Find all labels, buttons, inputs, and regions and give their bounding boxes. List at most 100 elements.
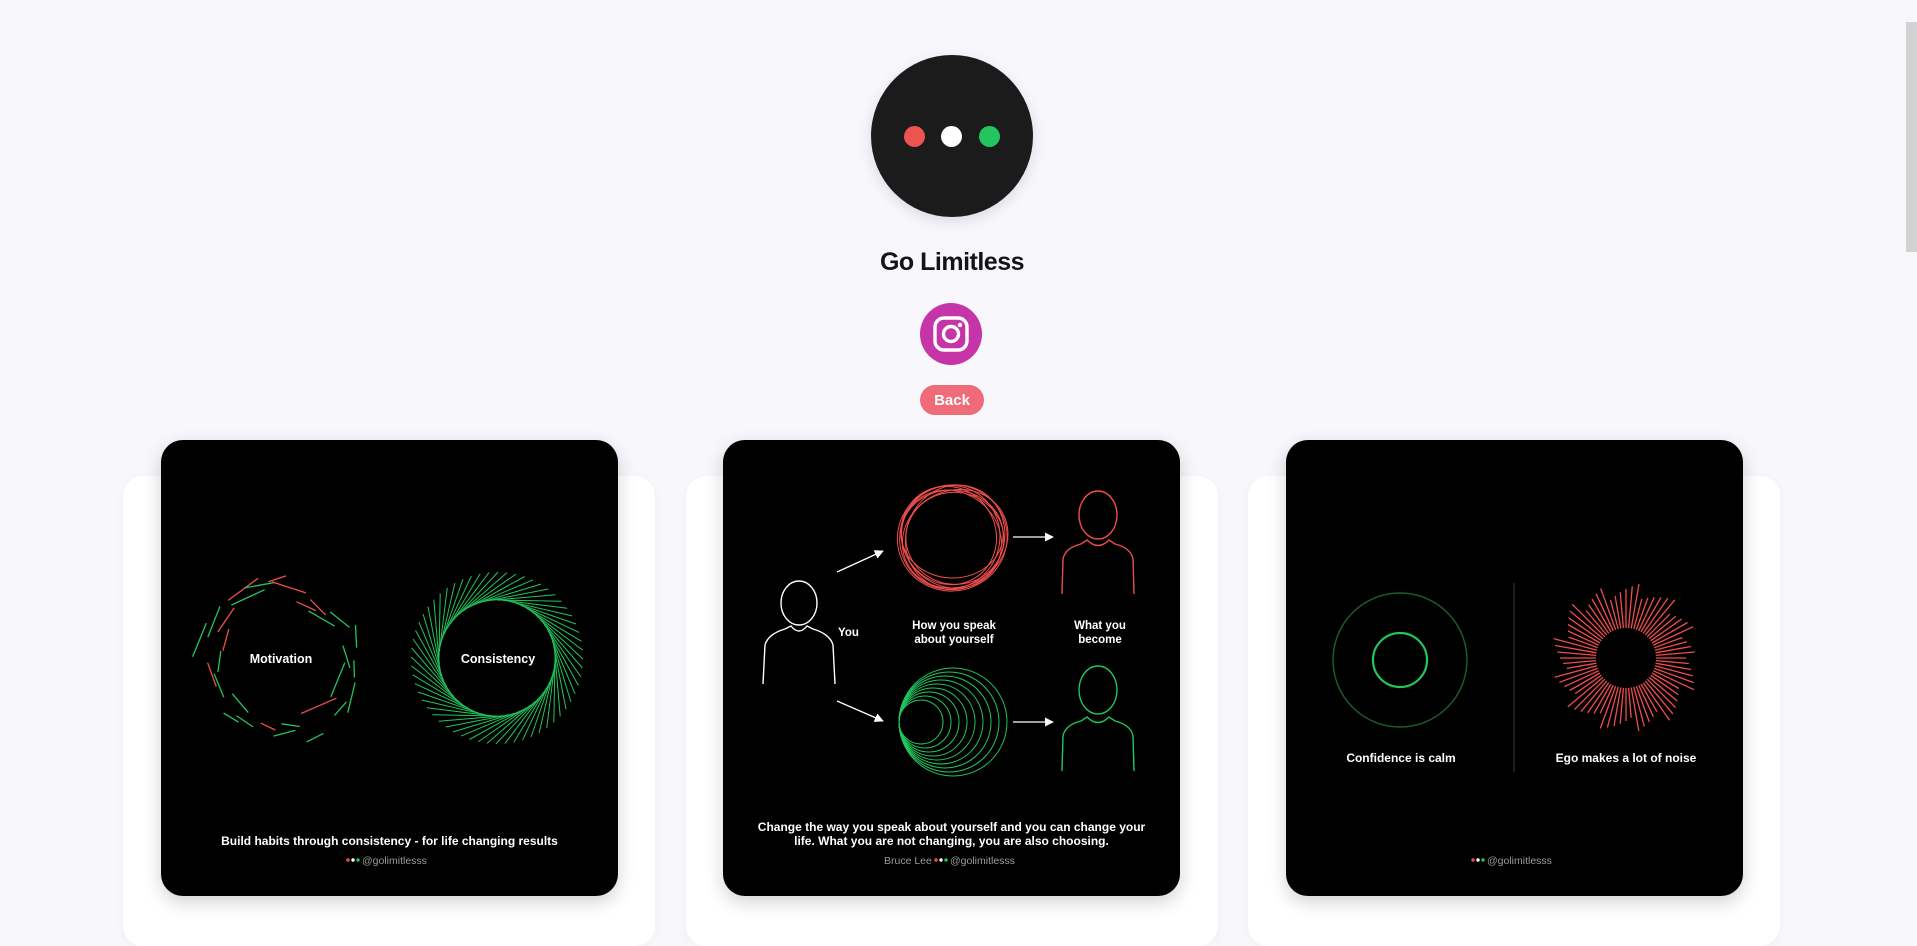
handle: @golimitlesss — [1487, 855, 1552, 867]
green-nested-stroke — [898, 687, 968, 757]
burst-ray — [1563, 659, 1597, 665]
back-button[interactable]: Back — [920, 385, 984, 415]
motivation-stroke — [217, 607, 235, 633]
burst-ray — [1557, 651, 1597, 657]
become-label-line1: What you — [1074, 620, 1126, 632]
consistency-stroke — [462, 573, 517, 612]
motivation-stroke — [333, 701, 347, 716]
motivation-stroke — [222, 629, 230, 651]
consistency-stroke — [412, 674, 469, 709]
consistency-stroke — [538, 669, 555, 734]
post-card-self-talk[interactable]: You How you speak about yourself What yo… — [723, 440, 1180, 896]
burst-ray — [1619, 592, 1625, 629]
red-scribble-circle — [896, 484, 1009, 592]
red-dot — [904, 126, 925, 147]
instagram-link[interactable] — [920, 303, 982, 365]
green-nested-stroke — [898, 699, 944, 745]
motivation-stroke — [281, 723, 300, 728]
burst-ray — [1651, 621, 1688, 644]
burst-ray — [1655, 659, 1689, 665]
motivation-stroke — [308, 610, 335, 627]
motivation-label: Motivation — [250, 652, 313, 666]
consistency-stroke — [433, 599, 440, 665]
brand-dots — [346, 858, 360, 862]
consistency-stroke — [525, 607, 582, 642]
scrollbar-thumb[interactable] — [1906, 22, 1917, 252]
consistency-stroke — [412, 638, 451, 693]
consistency-stroke — [535, 614, 584, 660]
motivation-stroke — [260, 722, 276, 731]
burst-ray — [1630, 687, 1640, 732]
consistency-stroke — [513, 686, 548, 743]
motivation-stroke — [231, 693, 249, 714]
motivation-stroke — [223, 712, 239, 723]
profile-name: Go Limitless — [879, 248, 1025, 276]
motivation-stroke — [354, 624, 358, 648]
motivation-stroke — [347, 682, 356, 713]
consistency-stroke — [421, 699, 486, 716]
burst-ray — [1655, 662, 1692, 671]
consistency-stroke — [445, 714, 510, 728]
brand-dots — [1471, 858, 1485, 862]
consistency-stroke — [484, 588, 549, 602]
person-you-icon — [762, 580, 836, 685]
burst-ray — [1655, 651, 1695, 657]
motivation-stroke — [330, 662, 346, 698]
consistency-stroke — [490, 594, 556, 601]
consistency-stroke — [495, 696, 541, 745]
motivation-stroke — [306, 732, 324, 743]
burst-ray — [1655, 645, 1692, 654]
motivation-stroke — [353, 660, 356, 678]
motivation-stroke — [273, 729, 296, 737]
white-dot — [941, 126, 962, 147]
consistency-stroke — [460, 710, 521, 737]
person-green-icon — [1061, 665, 1135, 772]
avatar — [871, 55, 1033, 217]
consistency-stroke — [418, 621, 445, 682]
burst-center — [1597, 629, 1655, 687]
green-nested-stroke — [898, 683, 976, 761]
speak-label-line2: about yourself — [914, 634, 993, 646]
consistency-stroke — [554, 651, 561, 717]
motivation-stroke — [207, 606, 221, 638]
motivation-stroke — [231, 589, 265, 606]
calm-circle-icon — [1332, 592, 1468, 728]
motivation-stroke — [227, 577, 259, 601]
arrow-down-icon — [836, 700, 884, 722]
handle: @golimitlesss — [362, 855, 427, 867]
confidence-label: Confidence is calm — [1346, 751, 1455, 765]
become-label-line2: become — [1078, 634, 1121, 646]
caption-line2: life. What you are not changing, you are… — [794, 834, 1109, 848]
person-red-icon — [1061, 490, 1135, 595]
consistency-stroke — [543, 623, 582, 678]
green-dot — [979, 126, 1000, 147]
ego-label: Ego makes a lot of noise — [1556, 751, 1697, 765]
burst-ray — [1585, 610, 1608, 636]
post-card-motivation[interactable]: Motivation Consistency Build habits thro… — [161, 440, 618, 896]
consistency-stroke — [553, 645, 567, 710]
motivation-stroke — [268, 575, 287, 583]
post-card-confidence[interactable]: Confidence is calm Ego makes a lot of no… — [1286, 440, 1743, 896]
consistency-stroke — [439, 582, 456, 647]
you-label: You — [838, 627, 859, 639]
burst-ray — [1646, 613, 1671, 638]
motivation-stroke — [217, 650, 222, 672]
consistency-stroke — [473, 579, 534, 606]
caption-line1: Change the way you speak about yourself … — [758, 820, 1146, 834]
green-nested-circles — [898, 667, 1008, 777]
burst-ray — [1627, 687, 1632, 718]
consistency-stroke — [453, 571, 499, 620]
motivation-stroke — [300, 697, 337, 715]
motivation-stroke — [191, 622, 208, 657]
instagram-icon — [933, 316, 969, 352]
consistency-stroke — [446, 573, 481, 630]
consistency-stroke — [438, 715, 504, 722]
consistency-label: Consistency — [461, 652, 535, 666]
consistency-stroke — [410, 656, 459, 702]
speak-label-line1: How you speak — [912, 620, 996, 632]
brand-dots — [934, 858, 948, 862]
burst-ray — [1613, 687, 1622, 727]
handle: @golimitlesss — [950, 855, 1015, 867]
motivation-stroke — [236, 715, 254, 728]
author: Bruce Lee — [884, 855, 932, 867]
